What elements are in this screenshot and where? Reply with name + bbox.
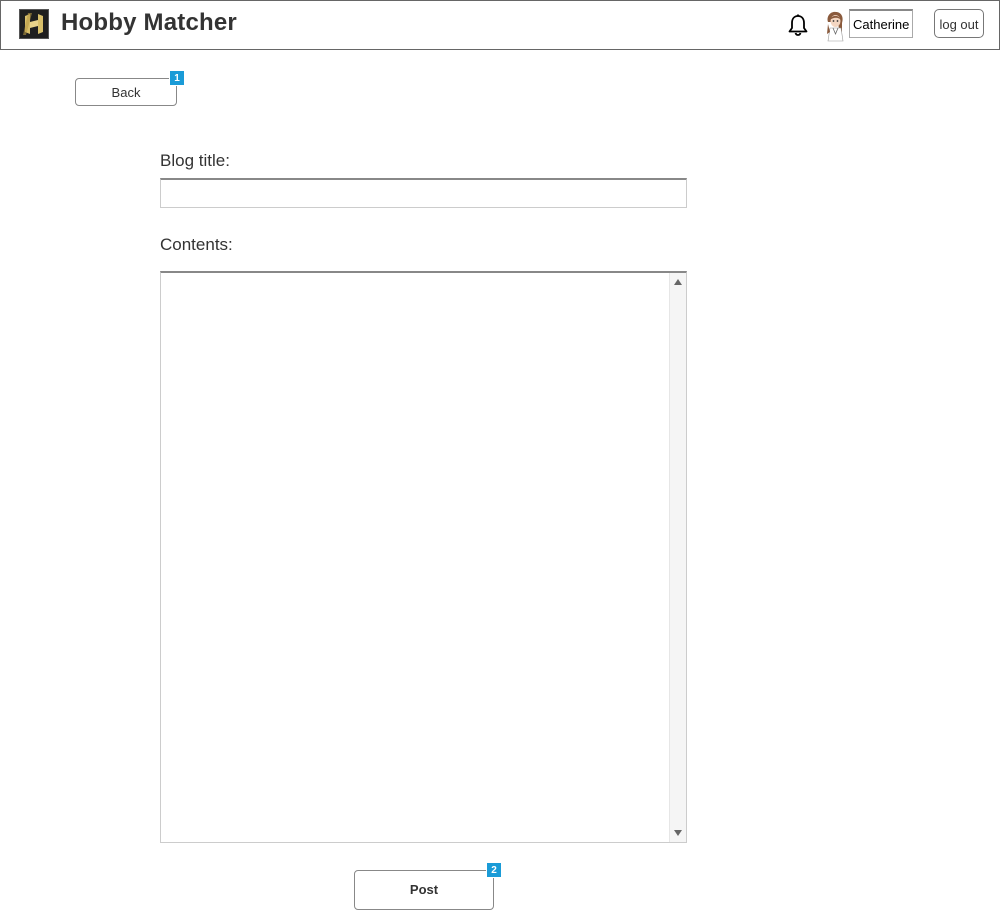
avatar-icon[interactable] bbox=[823, 10, 847, 42]
hobby-matcher-logo-icon bbox=[19, 9, 49, 39]
back-button[interactable]: Back bbox=[75, 78, 177, 106]
bell-icon[interactable] bbox=[786, 13, 810, 37]
contents-label: Contents: bbox=[160, 235, 233, 254]
annotation-badge-2: 2 bbox=[486, 862, 502, 878]
header-bar: Hobby Matcher Catherine log out bbox=[0, 0, 1000, 50]
scroll-down-arrow-icon[interactable] bbox=[674, 830, 682, 836]
app-title: Hobby Matcher bbox=[61, 9, 237, 36]
logout-button[interactable]: log out bbox=[934, 9, 984, 38]
username-display: Catherine bbox=[849, 9, 913, 38]
annotation-badge-1: 1 bbox=[169, 70, 185, 86]
contents-scrollbar[interactable] bbox=[669, 273, 686, 842]
contents-textarea[interactable] bbox=[161, 273, 669, 841]
page: Hobby Matcher Catherine log out Back 1 B… bbox=[0, 0, 1000, 910]
post-button[interactable]: Post bbox=[354, 870, 494, 910]
contents-textarea-wrapper bbox=[160, 271, 687, 843]
blog-title-input[interactable] bbox=[160, 178, 687, 208]
blog-title-label: Blog title: bbox=[160, 151, 230, 170]
scroll-up-arrow-icon[interactable] bbox=[674, 279, 682, 285]
